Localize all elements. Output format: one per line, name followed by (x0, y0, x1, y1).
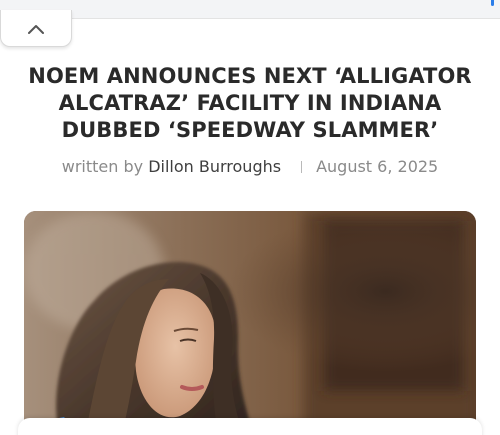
article-page: NOEM ANNOUNCES NEXT ‘ALLIGATOR ALCATRAZ’… (0, 0, 500, 435)
chevron-up-icon (28, 25, 44, 34)
publish-date: August 6, 2025 (316, 157, 439, 176)
byline-prefix: written by (61, 157, 144, 176)
content-card-edge (18, 418, 482, 435)
featured-photo (24, 211, 476, 435)
top-toolbar-strip (0, 0, 500, 19)
article-featured-image (24, 211, 476, 435)
accent-indicator (491, 0, 494, 6)
article-headline: NOEM ANNOUNCES NEXT ‘ALLIGATOR ALCATRAZ’… (28, 64, 472, 142)
byline-divider (301, 161, 303, 173)
author-link[interactable]: Dillon Burroughs (148, 157, 281, 176)
article-byline: written by Dillon Burroughs August 6, 202… (0, 156, 500, 178)
collapse-tab-button[interactable] (0, 10, 72, 47)
